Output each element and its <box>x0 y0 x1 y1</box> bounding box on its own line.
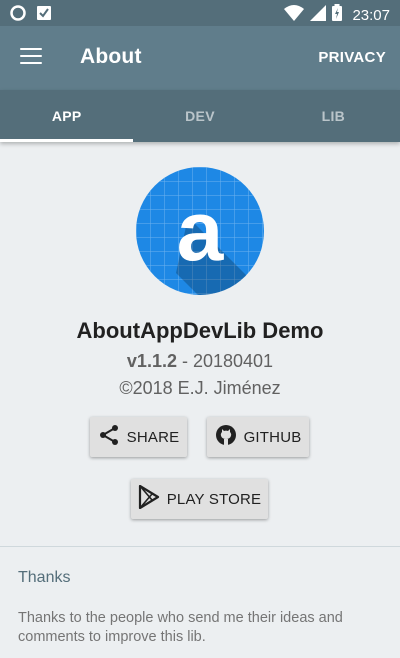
thanks-text: Thanks to the people who send me their i… <box>18 610 343 645</box>
logo-letter: a <box>177 184 225 278</box>
wifi-icon <box>284 4 305 26</box>
page-title: About <box>80 45 142 68</box>
share-button[interactable]: SHARE <box>90 417 187 457</box>
tab-bar: APP DEV LIB <box>0 90 400 142</box>
play-store-icon <box>138 484 160 513</box>
status-time: 23:07 <box>352 6 390 24</box>
status-bar: 23:07 <box>0 0 400 26</box>
github-button[interactable]: GITHUB <box>207 417 309 457</box>
thanks-title: Thanks <box>18 569 71 586</box>
build-date: 20180401 <box>192 351 274 371</box>
app-bar: About PRIVACY <box>0 26 400 90</box>
share-icon <box>98 424 120 450</box>
app-name: AboutAppDevLib Demo <box>76 318 324 343</box>
play-store-button[interactable]: PLAY STORE <box>131 479 268 519</box>
privacy-button[interactable]: PRIVACY <box>318 49 386 66</box>
github-label: GITHUB <box>243 428 302 446</box>
tab-dev[interactable]: DEV <box>133 90 266 142</box>
tab-lib[interactable]: LIB <box>267 90 400 142</box>
tab-app[interactable]: APP <box>0 90 134 142</box>
copyright: ©2018 E.J. Jiménez <box>119 378 281 398</box>
hamburger-menu-icon[interactable] <box>20 48 42 66</box>
signal-icon <box>310 4 327 26</box>
divider <box>0 546 400 547</box>
version: v1.1.2 <box>126 351 177 371</box>
battery-charging-icon <box>332 4 343 26</box>
share-label: SHARE <box>126 428 180 446</box>
version-line: v1.1.2 - 20180401 <box>0 351 400 372</box>
notification-circle-icon <box>10 5 26 26</box>
version-separator: - <box>176 351 193 371</box>
play-store-label: PLAY STORE <box>166 490 262 508</box>
app-logo: a <box>136 167 264 295</box>
github-icon <box>215 424 237 450</box>
download-check-icon <box>36 5 52 26</box>
